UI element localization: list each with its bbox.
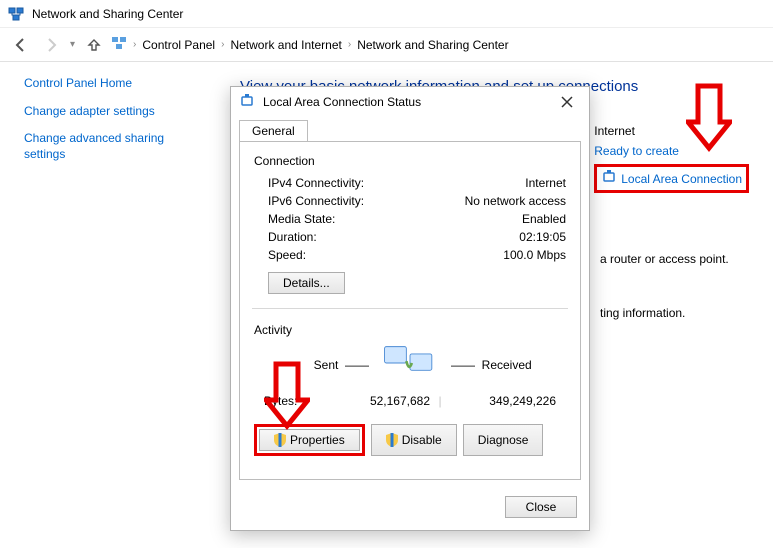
received-label: —— Received [451, 358, 556, 372]
breadcrumb: › Control Panel › Network and Internet ›… [111, 35, 765, 54]
partial-text: ting information. [600, 306, 685, 320]
ipv6-label: IPv6 Connectivity: [268, 194, 364, 208]
activity-group-label: Activity [254, 323, 566, 337]
window-title: Network and Sharing Center [32, 7, 183, 21]
ipv6-value: No network access [465, 194, 566, 208]
ethernet-icon [601, 169, 617, 188]
chevron-right-icon: › [219, 39, 226, 50]
details-button[interactable]: Details... [268, 272, 345, 294]
tab-panel-general: Connection IPv4 Connectivity: Internet IP… [239, 141, 581, 480]
ipv4-value: Internet [525, 176, 566, 190]
separator [252, 308, 568, 309]
connection-status-dialog: Local Area Connection Status General Con… [230, 86, 590, 531]
tab-strip: General [231, 117, 589, 141]
nav-up-button[interactable] [81, 32, 107, 58]
sidebar: Control Panel Home Change adapter settin… [0, 62, 210, 548]
ipv4-label: IPv4 Connectivity: [268, 176, 364, 190]
sidebar-item-adapter-settings[interactable]: Change adapter settings [24, 104, 204, 120]
sidebar-item-sharing-settings[interactable]: Change advanced sharing settings [24, 131, 204, 162]
sidebar-item-home[interactable]: Control Panel Home [24, 76, 204, 92]
breadcrumb-item[interactable]: Network and Sharing Center [357, 38, 508, 52]
dialog-title: Local Area Connection Status [263, 95, 421, 109]
tab-general[interactable]: General [239, 120, 308, 142]
chevron-right-icon: › [131, 39, 138, 50]
ethernet-icon [239, 93, 255, 112]
breadcrumb-item[interactable]: Network and Internet [230, 38, 341, 52]
bytes-received-value: 349,249,226 [450, 394, 556, 408]
speed-label: Speed: [268, 248, 306, 262]
breadcrumb-item[interactable]: Control Panel [142, 38, 215, 52]
bytes-sent-value: 52,167,682 [324, 394, 430, 408]
duration-label: Duration: [268, 230, 317, 244]
partial-text: a router or access point. [600, 252, 729, 266]
close-button[interactable]: Close [505, 496, 577, 518]
control-panel-icon [111, 35, 127, 54]
bytes-label: Bytes: [264, 394, 324, 408]
speed-value: 100.0 Mbps [503, 248, 566, 262]
media-state-label: Media State: [268, 212, 335, 226]
connection-group-label: Connection [254, 154, 566, 168]
access-type-value: Internet [594, 124, 749, 138]
window-title-bar: Network and Sharing Center [0, 0, 773, 28]
network-center-icon [8, 6, 24, 22]
nav-back-button[interactable] [8, 32, 34, 58]
shield-icon [274, 433, 286, 447]
sent-label: Sent —— [264, 358, 369, 372]
local-area-connection-link[interactable]: Local Area Connection [621, 172, 742, 186]
chevron-right-icon: › [346, 39, 353, 50]
dialog-title-bar: Local Area Connection Status [231, 87, 589, 117]
media-state-value: Enabled [522, 212, 566, 226]
nav-forward-button[interactable] [38, 32, 64, 58]
homegroup-link[interactable]: Ready to create [594, 144, 749, 158]
connection-link-wrap: Local Area Connection [594, 164, 749, 193]
disable-button[interactable]: Disable [371, 424, 457, 456]
diagnose-button[interactable]: Diagnose [463, 424, 544, 456]
shield-icon [386, 433, 398, 447]
nav-history-dropdown[interactable]: ▾ [68, 39, 77, 50]
activity-grid: Sent —— —— Received Bytes: 52,167,682 | … [254, 343, 566, 408]
duration-value: 02:19:05 [519, 230, 566, 244]
dialog-close-button[interactable] [553, 91, 581, 113]
navigation-bar: ▾ › Control Panel › Network and Internet… [0, 28, 773, 62]
properties-button[interactable]: Properties [259, 429, 360, 451]
monitors-icon [382, 343, 438, 386]
